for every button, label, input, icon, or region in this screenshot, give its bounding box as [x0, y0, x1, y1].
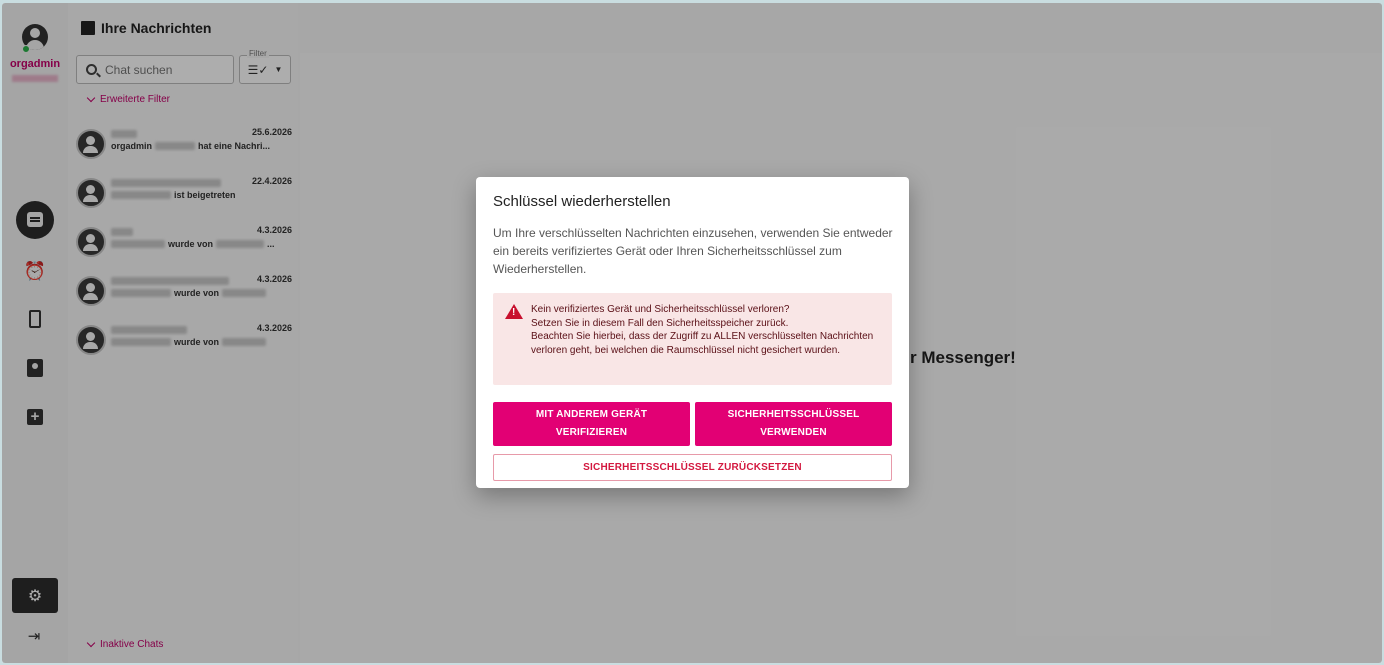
use-security-key-button[interactable]: SICHERHEITSSCHLÜSSEL VERWENDEN	[695, 402, 892, 446]
verify-with-other-device-button[interactable]: MIT ANDEREM GERÄT VERIFIZIEREN	[493, 402, 690, 446]
recover-key-dialog: Schlüssel wiederherstellen Um Ihre versc…	[476, 177, 909, 488]
app-window: orgadmin ⏰ + ⚙ ⇥ Ihre Nachrichten ☰✓ ▼ F…	[2, 3, 1382, 663]
dialog-description: Um Ihre verschlüsselten Nachrichten einz…	[493, 226, 893, 276]
warning-box: Kein verifiziertes Gerät und Sicherheits…	[493, 293, 892, 385]
dialog-title: Schlüssel wiederherstellen	[493, 193, 671, 210]
reset-security-key-button[interactable]: SICHERHEITSSCHLÜSSEL ZURÜCKSETZEN	[493, 454, 892, 481]
warning-text: Kein verifiziertes Gerät und Sicherheits…	[531, 304, 874, 356]
warning-icon	[505, 304, 523, 319]
